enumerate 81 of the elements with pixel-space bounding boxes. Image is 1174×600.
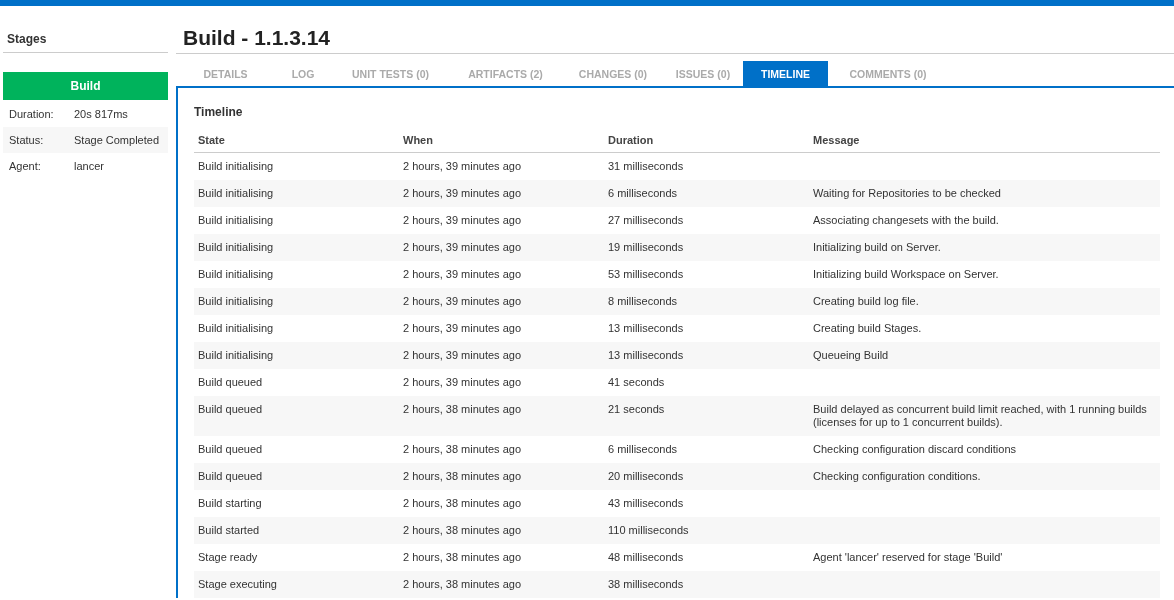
table-cell-text: Build queued: [197, 469, 264, 484]
table-cell-text: 6 milliseconds: [607, 186, 679, 201]
table-cell-text: 2 hours, 39 minutes ago: [402, 375, 523, 390]
tab[interactable]: CHANGES (0): [563, 61, 663, 86]
tab[interactable]: TIMELINE: [743, 61, 828, 86]
table-cell-text: Creating build Stages.: [812, 321, 923, 336]
table-cell-text: 43 milliseconds: [607, 496, 685, 511]
table-cell-text: 2 hours, 38 minutes ago: [402, 550, 523, 565]
table-cell-text: 48 milliseconds: [607, 550, 685, 565]
detail-label: Agent:: [9, 159, 42, 173]
table-cell-text: 2 hours, 38 minutes ago: [402, 469, 523, 484]
table-cell-text: Waiting for Repositories to be checked: [812, 186, 1002, 201]
table-cell-text: 2 hours, 39 minutes ago: [402, 348, 523, 363]
detail-label: Duration:: [9, 107, 55, 121]
column-header: Duration: [607, 133, 655, 148]
table-cell-text: 2 hours, 39 minutes ago: [402, 186, 523, 201]
table-cell-text: 20 milliseconds: [607, 469, 685, 484]
table-cell-text: 8 milliseconds: [607, 294, 679, 309]
page-title: Build - 1.1.3.14: [176, 6, 1174, 54]
table-cell-text: Stage executing: [197, 577, 278, 592]
table-cell-text: 2 hours, 39 minutes ago: [402, 240, 523, 255]
detail-value: 20s 817ms: [74, 107, 129, 121]
tab[interactable]: ARTIFACTS (2): [448, 61, 563, 86]
table-cell-text: 2 hours, 38 minutes ago: [402, 442, 523, 457]
table-cell-text: 2 hours, 38 minutes ago: [402, 402, 523, 417]
table-cell-text: 13 milliseconds: [607, 321, 685, 336]
table-cell-text: Build initialising: [197, 186, 275, 201]
detail-value: lancer: [74, 159, 105, 173]
table-cell-text: Build initialising: [197, 321, 275, 336]
detail-value: Stage Completed: [74, 133, 160, 147]
column-header: When: [402, 133, 434, 148]
table-cell-text: Build queued: [197, 442, 264, 457]
table-cell-text: Build delayed as concurrent build limit reached, with 1 running builds (licenses for up to 1 concurrent builds).: [812, 402, 1148, 430]
table-cell-text: 110 milliseconds: [607, 523, 690, 538]
tab[interactable]: ISSUES (0): [663, 61, 743, 86]
table-cell-text: 2 hours, 39 minutes ago: [402, 159, 523, 174]
table-cell-text: Build starting: [197, 496, 263, 511]
table-cell-text: 2 hours, 39 minutes ago: [402, 213, 523, 228]
section-title: Timeline: [194, 105, 244, 119]
table-cell-text: 21 seconds: [607, 402, 666, 417]
table-cell-text: 2 hours, 39 minutes ago: [402, 267, 523, 282]
table-cell-text: 31 milliseconds: [607, 159, 685, 174]
table-cell-text: 2 hours, 38 minutes ago: [402, 577, 523, 592]
table-cell-text: 41 seconds: [607, 375, 666, 390]
table-cell-text: Build initialising: [197, 159, 275, 174]
table-cell-text: 2 hours, 38 minutes ago: [402, 496, 523, 511]
table-cell-text: 13 milliseconds: [607, 348, 685, 363]
table-cell-text: 2 hours, 39 minutes ago: [402, 294, 523, 309]
column-header: State: [197, 133, 226, 148]
detail-label: Status:: [9, 133, 45, 147]
tab[interactable]: UNIT TESTS (0): [333, 61, 448, 86]
table-cell-text: 38 milliseconds: [607, 577, 685, 592]
table-cell-text: 6 milliseconds: [607, 442, 679, 457]
stage-button[interactable]: Build: [3, 72, 168, 100]
table-cell-text: Build queued: [197, 402, 264, 417]
table-cell-text: Queueing Build: [812, 348, 890, 363]
table-cell-text: Checking configuration conditions.: [812, 469, 982, 484]
table-cell-text: Creating build log file.: [812, 294, 920, 309]
table-cell-text: Build initialising: [197, 348, 275, 363]
table-cell-text: 2 hours, 38 minutes ago: [402, 523, 523, 538]
tab[interactable]: COMMENTS (0): [828, 61, 948, 86]
sidebar-title: Stages: [3, 6, 168, 53]
table-cell-text: Build initialising: [197, 294, 275, 309]
column-header: Message: [812, 133, 861, 148]
table-cell-text: 19 milliseconds: [607, 240, 685, 255]
table-cell-text: Agent 'lancer' reserved for stage 'Build': [812, 550, 1004, 565]
table-cell-text: Stage ready: [197, 550, 259, 565]
table-cell-text: Initializing build on Server.: [812, 240, 942, 255]
table-cell-text: 27 milliseconds: [607, 213, 685, 228]
table-cell-text: Build started: [197, 523, 261, 538]
table-cell-text: Build initialising: [197, 213, 275, 228]
table-cell-text: Checking configuration discard conditions: [812, 442, 1017, 457]
table-cell-text: 2 hours, 39 minutes ago: [402, 321, 523, 336]
tab[interactable]: DETAILS: [178, 61, 273, 86]
table-cell-text: Build queued: [197, 375, 264, 390]
table-cell-text: Initializing build Workspace on Server.: [812, 267, 1000, 282]
table-cell-text: Associating changesets with the build.: [812, 213, 1000, 228]
tab[interactable]: LOG: [273, 61, 333, 86]
table-cell-text: Build initialising: [197, 240, 275, 255]
table-cell-text: 53 milliseconds: [607, 267, 685, 282]
table-cell-text: Build initialising: [197, 267, 275, 282]
